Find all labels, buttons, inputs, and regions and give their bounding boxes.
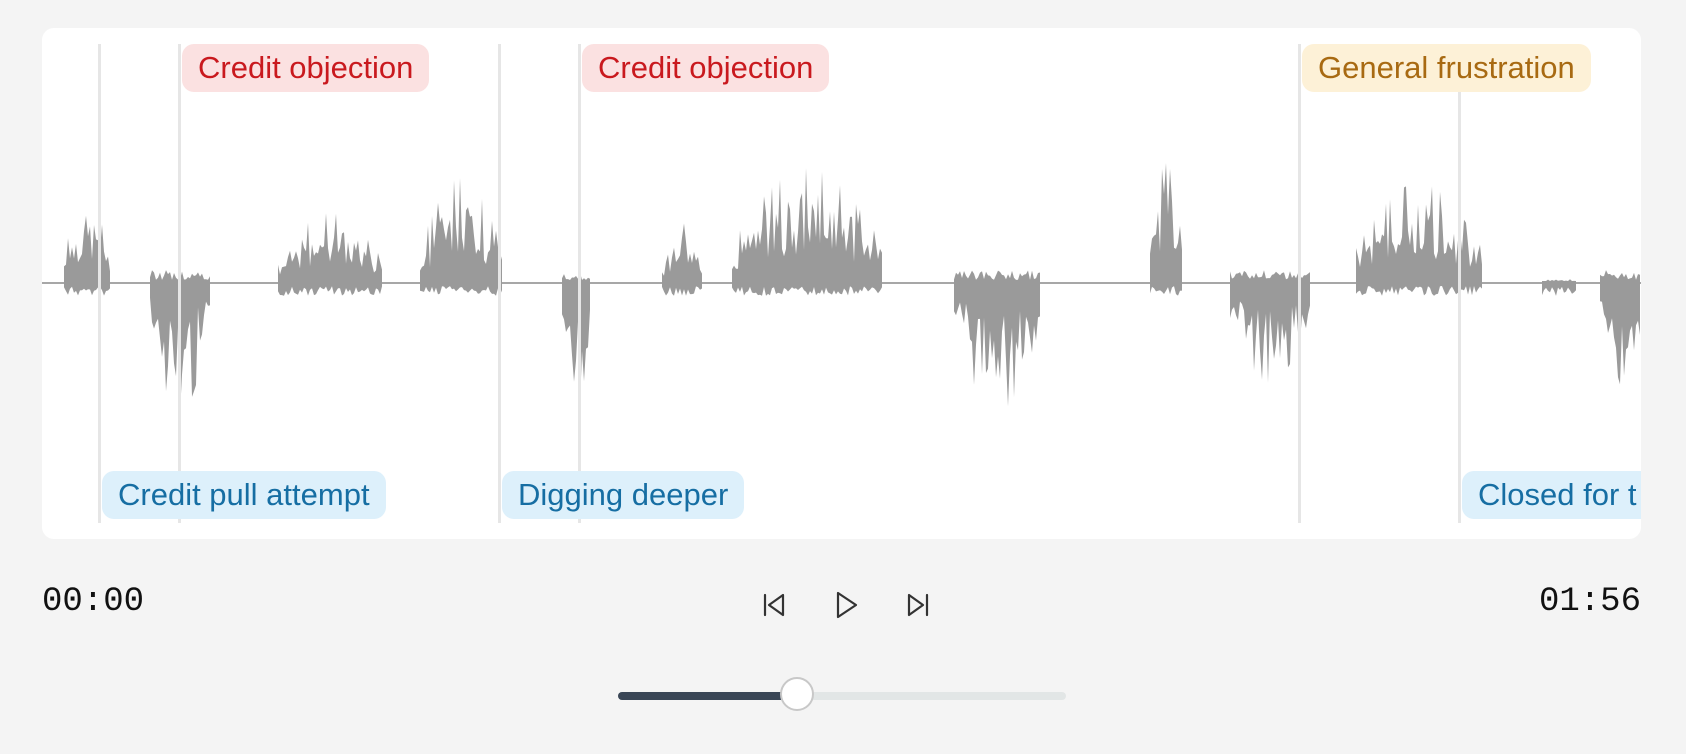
- segment-marker: [178, 44, 181, 523]
- progress-slider[interactable]: [618, 677, 1066, 711]
- play-icon: [832, 590, 860, 620]
- waveform-segment: [954, 270, 1040, 407]
- waveform-segment: [1356, 186, 1482, 296]
- play-button[interactable]: [825, 585, 867, 625]
- skip-forward-button[interactable]: [897, 585, 939, 625]
- progress-fill: [618, 692, 798, 700]
- label-credit-objection[interactable]: Credit objection: [582, 44, 830, 92]
- label-general-frustration[interactable]: General frustration: [1302, 44, 1591, 92]
- total-time: 01:56: [1538, 583, 1641, 621]
- waveform-segment: [1150, 163, 1182, 296]
- waveform[interactable]: [42, 28, 1641, 539]
- progress-thumb[interactable]: [780, 677, 815, 711]
- waveform-segment: [420, 178, 502, 296]
- waveform-segment: [1600, 270, 1640, 385]
- segment-marker: [98, 44, 101, 523]
- label-digging-deeper[interactable]: Digging deeper: [502, 471, 745, 519]
- playback-controls: [753, 585, 939, 625]
- waveform-segment: [732, 168, 882, 296]
- skip-back-icon: [760, 591, 788, 619]
- waveform-segment: [278, 213, 382, 296]
- current-time: 00:00: [42, 583, 145, 621]
- waveform-panel[interactable]: Credit objection Credit objection Genera…: [42, 28, 1641, 539]
- label-closed-for[interactable]: Closed for t: [1462, 471, 1641, 519]
- segment-marker: [1458, 44, 1461, 523]
- segment-marker: [578, 44, 581, 523]
- waveform-segment: [64, 215, 110, 296]
- waveform-segment: [1542, 279, 1576, 296]
- label-credit-pull-attempt[interactable]: Credit pull attempt: [102, 471, 386, 519]
- skip-forward-icon: [904, 591, 932, 619]
- segment-marker: [498, 44, 501, 523]
- skip-back-button[interactable]: [753, 585, 795, 625]
- label-credit-objection[interactable]: Credit objection: [182, 44, 430, 92]
- segment-marker: [1298, 44, 1301, 523]
- waveform-segment: [662, 223, 702, 296]
- waveform-segment: [562, 272, 590, 405]
